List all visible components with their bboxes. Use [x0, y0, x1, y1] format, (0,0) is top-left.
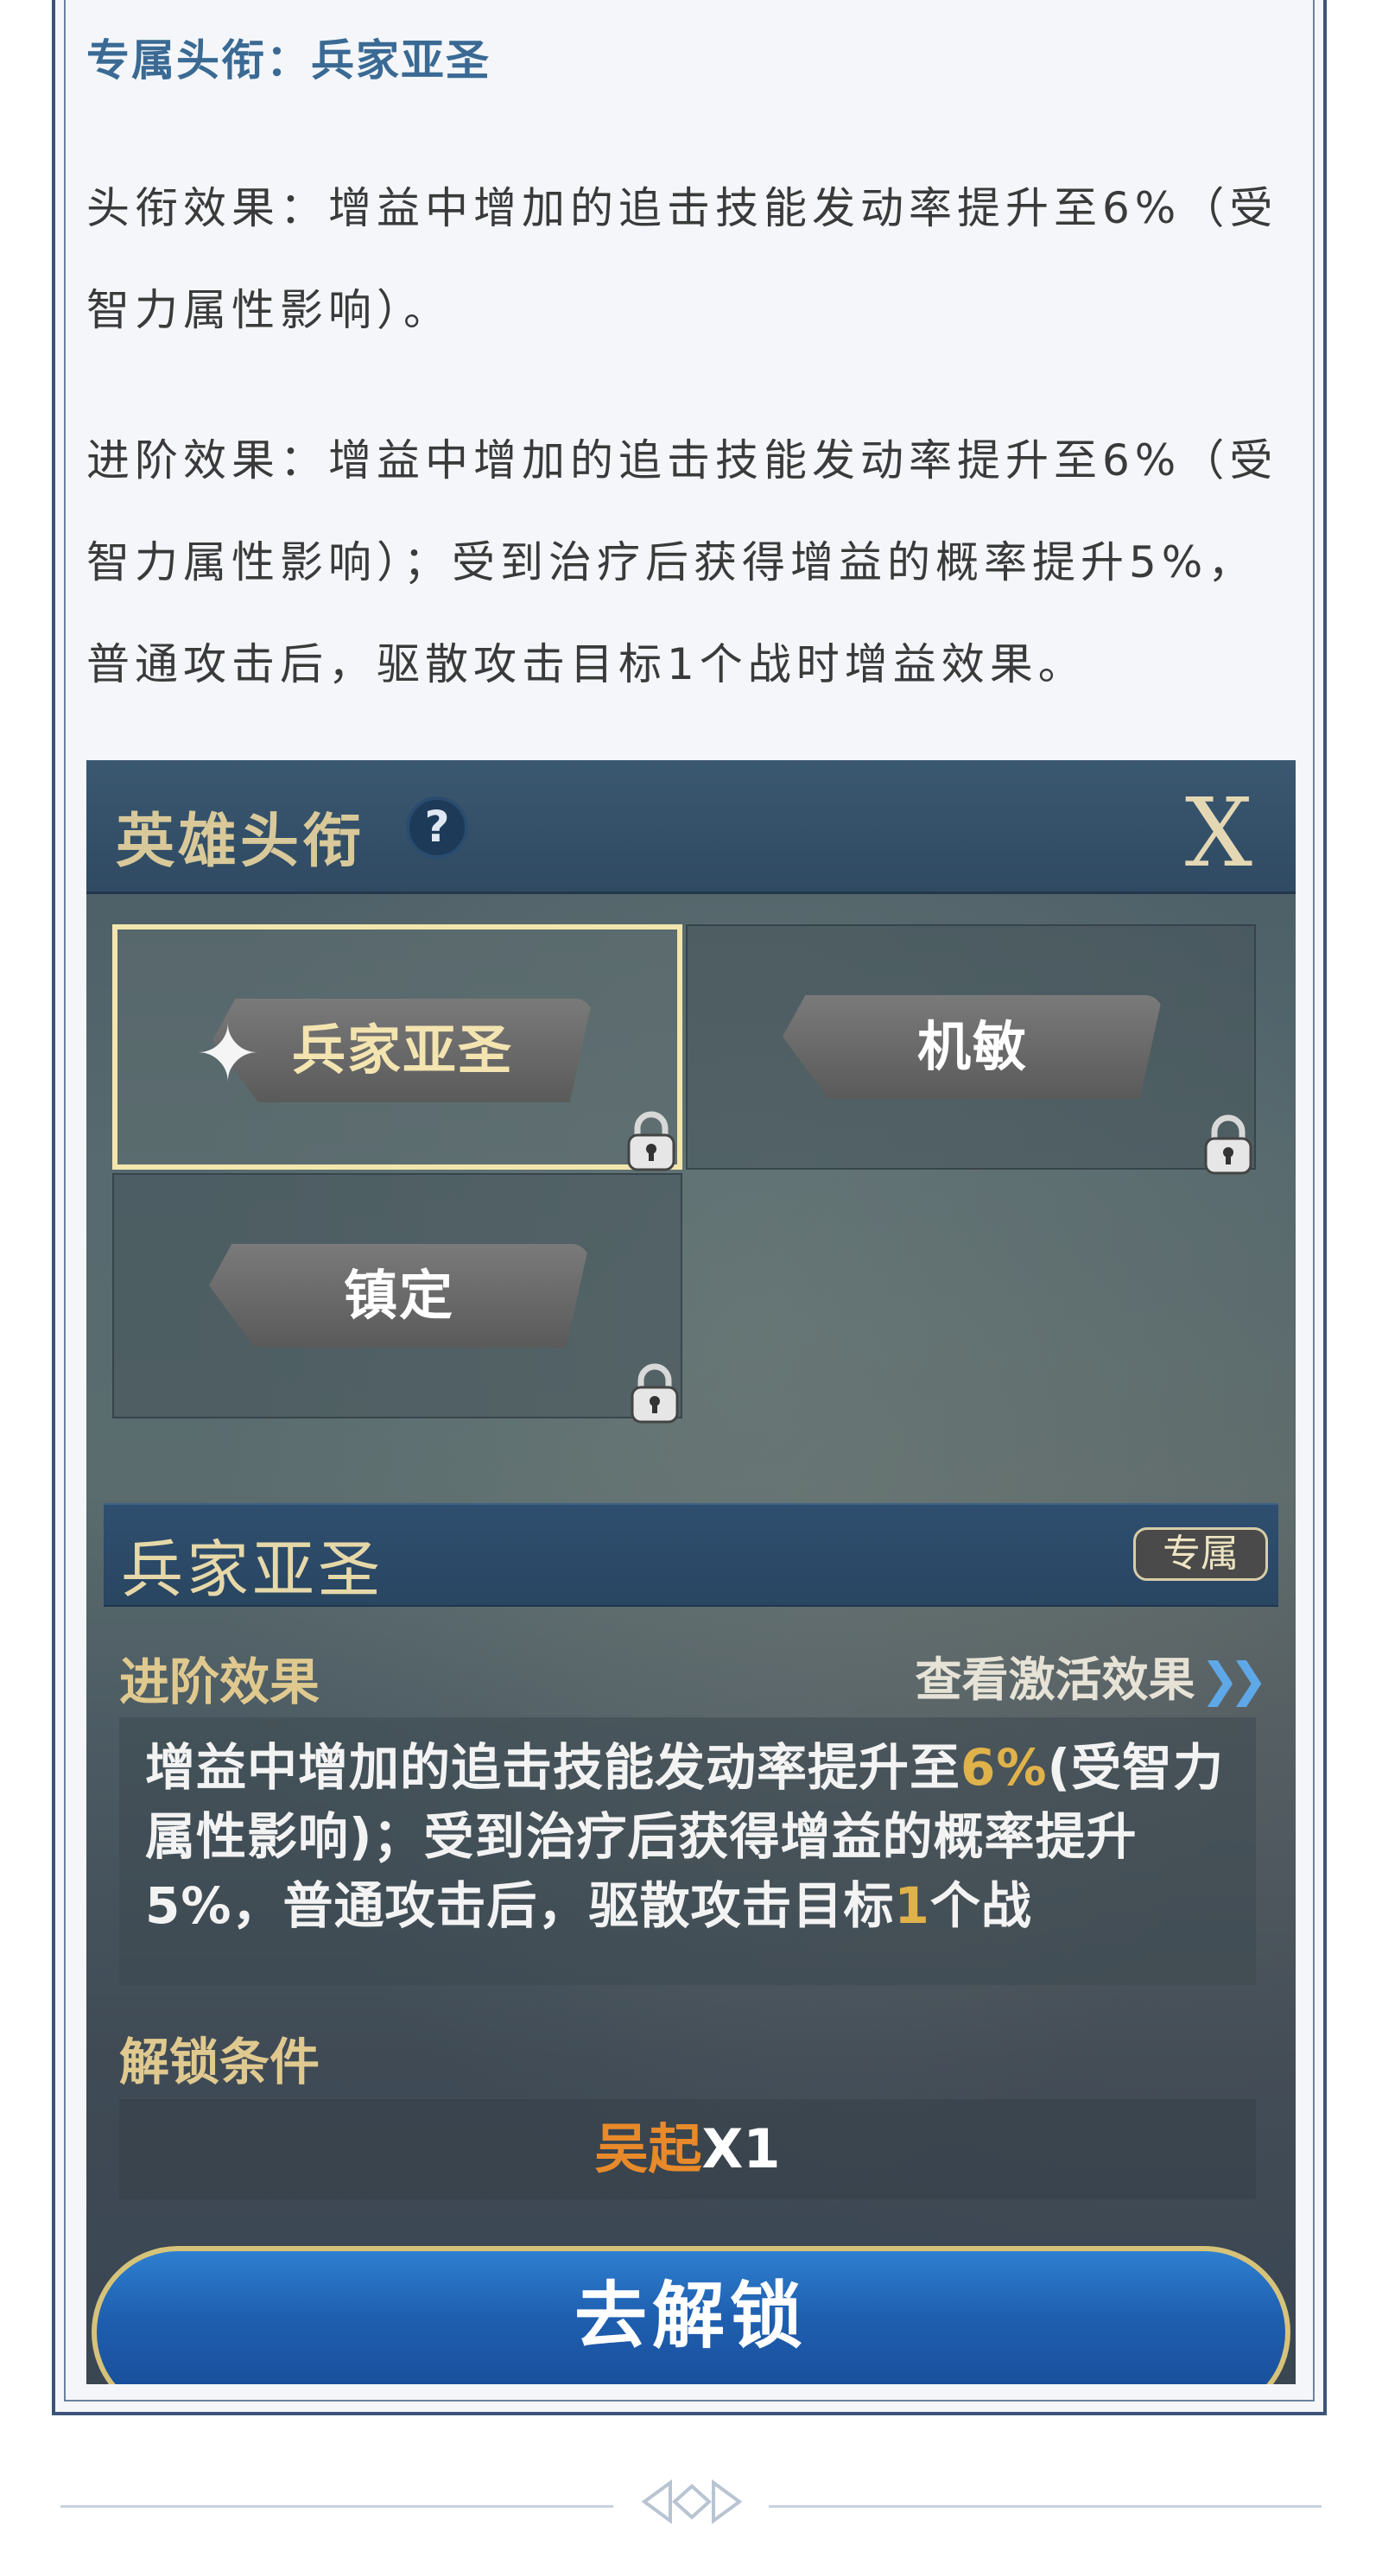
- title-tile-jimin[interactable]: 机敏: [686, 924, 1256, 1175]
- effect-box: 增益中增加的追击技能发动率提升至6%(受智力属性影响)；受到治疗后获得增益的概率…: [119, 1717, 1256, 1985]
- title-effect-paragraph: 头衔效果：增益中增加的追击技能发动率提升至6%（受智力属性影响）。: [86, 183, 1278, 335]
- exclusive-title: 专属头衔：兵家亚圣: [86, 35, 491, 86]
- game-screenshot: 英雄头衔 ? X 兵家亚圣 ✦ 机敏 镇定 兵家亚圣 专属 进阶效果 查看激活效…: [86, 760, 1296, 2384]
- effect-highlight: 6%: [960, 1738, 1048, 1797]
- effect-text-part: 增益中增加的追击技能发动率提升至: [145, 1738, 961, 1797]
- title-label: 兵家亚圣: [291, 1018, 513, 1082]
- lock-icon: [1204, 1114, 1252, 1175]
- title-tile-zhending[interactable]: 镇定: [112, 1173, 682, 1424]
- advanced-effect-paragraph: 进阶效果：增益中增加的追击技能发动率提升至6%（受智力属性影响）；受到治疗后获得…: [86, 435, 1278, 689]
- exclusive-badge: 专属: [1133, 1527, 1268, 1581]
- title-banner: 兵家亚圣: [212, 999, 593, 1102]
- unlock-condition: 吴起X1: [119, 2099, 1256, 2199]
- title-banner: 镇定: [209, 1244, 589, 1348]
- title-label: 镇定: [343, 1264, 454, 1327]
- title-grid: 兵家亚圣 ✦ 机敏 镇定: [112, 924, 1270, 1425]
- double-chevron-right-icon: ❯❯: [1200, 1653, 1268, 1707]
- diamond-ornament-icon: [641, 2479, 743, 2524]
- window-header: 英雄头衔 ? X: [86, 760, 1296, 894]
- sparkle-icon: ✦: [195, 1009, 261, 1100]
- condition-hero-name: 吴起: [594, 2117, 702, 2180]
- lock-icon: [631, 1363, 679, 1424]
- title-banner: 机敏: [783, 995, 1163, 1099]
- unlock-condition-label: 解锁条件: [119, 2033, 320, 2091]
- effect-text-part: 个战: [929, 1876, 1032, 1935]
- condition-quantity: X1: [701, 2117, 781, 2180]
- detail-header: 兵家亚圣 专属: [104, 1503, 1278, 1607]
- effect-text: 增益中增加的追击技能发动率提升至6%(受智力属性影响)；受到治疗后获得增益的概率…: [145, 1733, 1251, 1940]
- title-label: 机敏: [916, 1015, 1028, 1078]
- window-title: 英雄头衔: [116, 808, 365, 876]
- detail-title: 兵家亚圣: [121, 1533, 384, 1606]
- lock-icon: [627, 1111, 675, 1171]
- help-icon[interactable]: ?: [406, 796, 468, 859]
- close-icon[interactable]: X: [1185, 777, 1252, 888]
- effect-highlight: 1: [894, 1876, 930, 1935]
- view-activation-label: 查看激活效果: [915, 1653, 1195, 1707]
- advanced-effect-label: 进阶效果: [119, 1653, 320, 1711]
- unlock-button[interactable]: 去解锁: [92, 2246, 1290, 2384]
- title-tile-bingjiayasheng[interactable]: 兵家亚圣 ✦: [112, 924, 682, 1171]
- view-activation-link[interactable]: 查看激活效果 ❯❯: [915, 1641, 1268, 1710]
- divider-line-right: [769, 2505, 1322, 2508]
- divider-line-left: [60, 2505, 613, 2508]
